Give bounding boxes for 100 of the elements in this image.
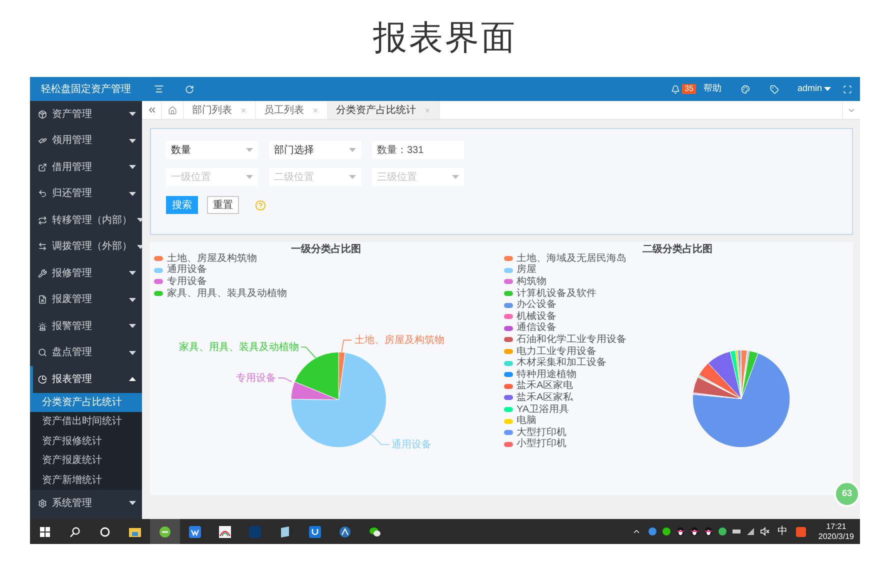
sidebar-item[interactable]: 归还管理 (30, 180, 142, 207)
help-link[interactable]: 帮助 (703, 82, 722, 96)
tab[interactable]: 部门列表 (184, 101, 256, 119)
fullscreen-icon[interactable] (843, 84, 852, 94)
swap-icon (38, 242, 47, 252)
chart-title: 二级分类占比图 (641, 242, 714, 257)
search-icon[interactable] (69, 526, 81, 538)
penguin-icon[interactable] (676, 527, 685, 536)
sidebar-item[interactable]: 转移管理（内部） (30, 207, 142, 234)
caret-down-icon (129, 192, 136, 196)
caret-down-icon (349, 175, 356, 179)
tag-icon[interactable] (770, 84, 780, 94)
rainbow-image-icon[interactable] (219, 526, 231, 538)
wrench-icon (38, 268, 47, 278)
speaker-muted-icon[interactable] (760, 527, 770, 536)
gear-icon (38, 498, 47, 508)
legend-item[interactable]: 构筑物 (504, 276, 626, 288)
legend-item[interactable]: 通用设备 (154, 264, 287, 276)
caret-down-icon (452, 175, 459, 179)
app-tile-icon[interactable] (249, 526, 261, 538)
sidebar-item[interactable]: 系统管理 (30, 490, 142, 516)
hand-icon (38, 136, 47, 146)
clock-time: 17:21 (826, 522, 846, 530)
legend-item[interactable]: 石油和化学工业专用设备 (504, 334, 626, 346)
circle-minus-icon[interactable] (159, 526, 171, 538)
tab[interactable]: 分类资产占比统计 (328, 101, 440, 119)
leader-line (341, 340, 352, 353)
pie-label: 土地、房屋及构筑物 (354, 335, 445, 346)
pie-label: 通用设备 (391, 439, 432, 450)
folder-icon[interactable] (129, 526, 141, 538)
legend-item[interactable]: 计算机设备及软件 (504, 288, 626, 300)
caret-down-icon (137, 218, 142, 222)
circle-icon[interactable] (99, 526, 111, 538)
caret-down-icon (129, 271, 136, 276)
legend-item[interactable]: 办公设备 (504, 299, 626, 311)
leader-line (300, 346, 316, 358)
notification-badge: 35 (682, 84, 696, 94)
caret-down-icon (129, 501, 136, 506)
double-chevron-left-icon (146, 105, 156, 115)
pie-label: 家具、用具、装具及动植物 (178, 342, 299, 354)
menu-icon[interactable] (154, 84, 164, 94)
legend-item[interactable]: 土地、房屋及构筑物 (154, 253, 287, 265)
app-name: 轻松盘固定资产管理 (40, 82, 132, 96)
clock-date: 2020/3/19 (818, 532, 854, 540)
submenu-item[interactable]: 资产报废统计 (30, 451, 142, 470)
submenu-item[interactable]: 分类资产占比统计 (30, 392, 142, 412)
penguin-icon[interactable] (704, 527, 713, 536)
legend-item[interactable]: 通信设备 (504, 322, 626, 334)
submenu-item[interactable]: 资产新增统计 (30, 470, 142, 490)
sidebar-item[interactable]: 资产管理 (30, 101, 142, 128)
select-field[interactable]: 部门选择 (269, 141, 361, 159)
legend-item[interactable]: 小型打印机 (504, 438, 626, 450)
package-icon (38, 110, 47, 119)
penguin-icon[interactable] (690, 527, 699, 536)
leader-line (371, 434, 390, 445)
pie-label: 专用设备 (236, 372, 276, 384)
legend-item[interactable]: 电脑 (504, 415, 626, 427)
search-icon (38, 348, 47, 358)
caret-down-icon (129, 324, 136, 328)
legend-item[interactable]: 房屋 (504, 264, 626, 276)
bell-icon[interactable] (670, 84, 680, 94)
sidebar-item[interactable]: 报修管理 (30, 260, 142, 286)
app-tile-icon[interactable] (796, 526, 806, 536)
battery-icon[interactable] (732, 527, 741, 536)
user-menu[interactable]: admin (797, 82, 831, 96)
legend-item[interactable]: 家具、用具、装具及动植物 (154, 288, 287, 300)
submenu-item[interactable]: 资产报修统计 (30, 432, 142, 451)
select-field[interactable]: 数量 (166, 141, 258, 159)
legend-item[interactable]: 大型打印机 (504, 426, 626, 438)
sidebar-item[interactable]: 借用管理 (30, 154, 142, 180)
caret-down-icon (349, 148, 356, 152)
external-link-icon (38, 162, 47, 172)
legend-item[interactable]: 电力工业专用设备 (504, 346, 626, 358)
sidebar-item[interactable]: 盘点管理 (30, 340, 142, 366)
legend-item[interactable]: 盐禾A区家私 (504, 392, 626, 404)
chevron-up-icon[interactable] (632, 527, 642, 536)
legend-item[interactable]: 木材采集和加工设备 (504, 357, 626, 369)
count-field[interactable]: 数量：331 (372, 141, 464, 159)
sidebar-item[interactable]: 调拨管理（外部） (30, 234, 142, 260)
home-icon (168, 106, 177, 114)
sidebar-item[interactable]: 报警管理 (30, 313, 142, 340)
input-method[interactable]: 中 (777, 524, 788, 539)
zigzag-tile-icon[interactable] (189, 526, 201, 538)
file-x-icon (38, 295, 47, 304)
legend-item[interactable]: 机械设备 (504, 310, 626, 323)
refresh-icon[interactable] (185, 84, 194, 94)
legend-item[interactable]: 土地、海域及无居民海岛 (504, 253, 626, 265)
siren-icon (38, 322, 47, 331)
sidebar-item[interactable]: 报废管理 (30, 286, 142, 313)
caret-down-icon (246, 175, 253, 179)
legend-item[interactable]: YA卫浴用具 (504, 404, 626, 416)
status-dot-icon[interactable] (718, 527, 727, 536)
reset-button[interactable]: 重置 (207, 196, 239, 214)
submenu-item[interactable]: 资产借出时间统计 (30, 412, 142, 432)
palette-icon[interactable] (741, 84, 750, 94)
legend-item[interactable]: 盐禾A区家电 (504, 380, 626, 392)
windows-logo-icon[interactable] (39, 526, 51, 538)
legend-item[interactable]: 专用设备 (154, 276, 287, 288)
sidebar-item[interactable]: 领用管理 (30, 128, 142, 154)
legend-item[interactable]: 特种用途植物 (504, 368, 626, 381)
